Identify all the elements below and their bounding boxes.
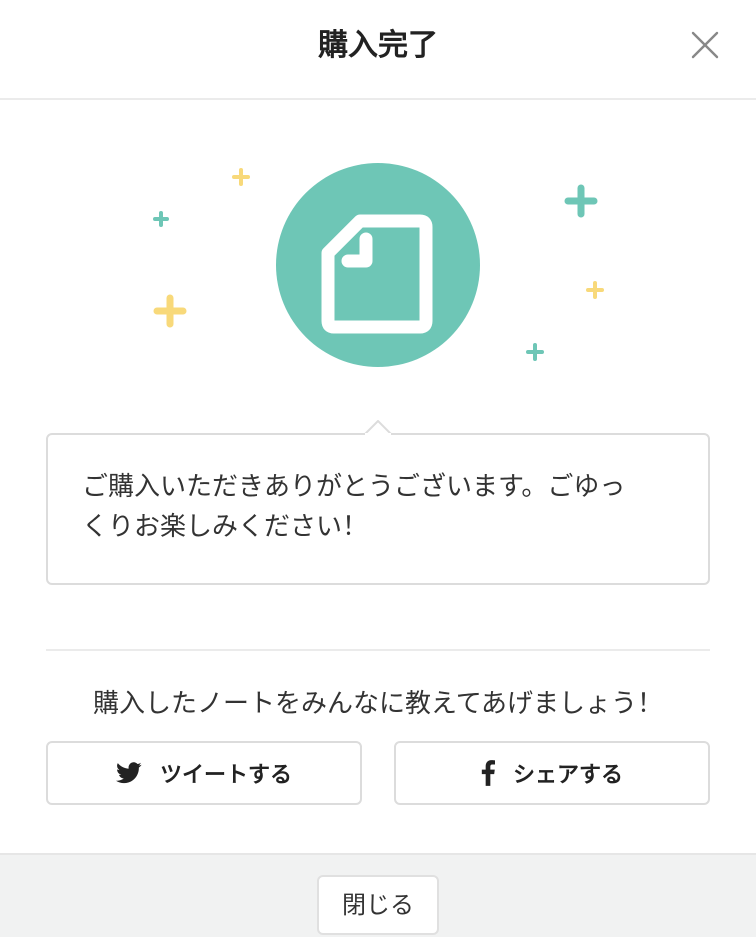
close-button[interactable]: 閉じる — [317, 875, 439, 935]
message-line-1: ご購入いただきありがとうございます。ごゆっ — [82, 472, 626, 502]
close-icon[interactable] — [684, 24, 726, 66]
note-document-icon — [321, 214, 433, 334]
message-line-2: くりお楽しみください！ — [82, 512, 369, 542]
bubble-pointer-mask — [365, 433, 391, 437]
facebook-icon — [481, 760, 495, 786]
note-badge — [276, 163, 480, 367]
message-text: ご購入いただきありがとうございます。ごゆっ くりお楽しみください！ — [82, 467, 682, 547]
purchase-illustration — [0, 150, 756, 380]
facebook-share-label: シェアする — [512, 763, 623, 788]
thank-you-message: ご購入いただきありがとうございます。ごゆっ くりお楽しみください！ — [46, 433, 710, 585]
tweet-label: ツイートする — [159, 763, 292, 788]
twitter-icon — [115, 762, 142, 784]
tweet-button[interactable]: ツイートする — [46, 741, 362, 805]
modal-footer: 閉じる — [0, 853, 756, 937]
share-prompt: 購入したノートをみんなに教えてあげましょう！ — [93, 689, 663, 719]
page-title: 購入完了 — [318, 28, 438, 63]
divider — [46, 649, 710, 651]
facebook-share-button[interactable]: シェアする — [394, 741, 710, 805]
modal-header: 購入完了 — [0, 0, 756, 100]
